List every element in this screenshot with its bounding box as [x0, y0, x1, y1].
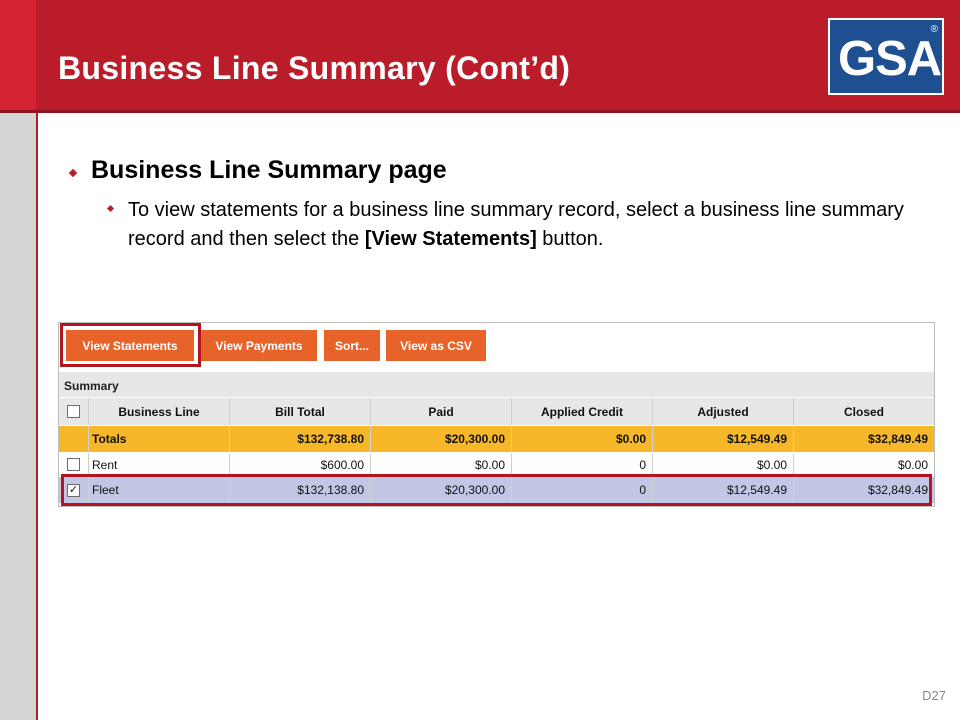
view-as-csv-button[interactable]: View as CSV	[386, 330, 486, 361]
column-header-closed[interactable]: Closed	[794, 398, 934, 425]
bill-total-cell: $600.00	[230, 453, 371, 476]
bullet-instruction: To view statements for a business line s…	[128, 196, 928, 254]
applied-credit-cell: $0.00	[512, 426, 653, 452]
row-checkbox[interactable]	[67, 458, 80, 471]
header-accent	[0, 0, 36, 110]
business-line-cell: Rent	[89, 453, 230, 476]
bullet-diamond-icon	[106, 204, 115, 213]
instruction-button-name: [View Statements]	[364, 228, 537, 250]
business-line-summary-screenshot: View Statements View Payments Sort... Vi…	[58, 322, 935, 507]
column-header-paid[interactable]: Paid	[371, 398, 512, 425]
row-select-cell	[59, 453, 89, 476]
gsa-logo: GSA ®	[828, 18, 944, 95]
slide-title: Business Line Summary (Cont’d)	[58, 50, 571, 86]
view-statements-highlight	[60, 323, 201, 367]
selected-row-highlight	[61, 474, 932, 506]
closed-cell: $32,849.49	[867, 432, 928, 446]
header-divider	[0, 110, 960, 113]
select-all-cell	[59, 398, 89, 425]
summary-label: Summary	[64, 379, 119, 393]
column-header-applied-credit[interactable]: Applied Credit	[512, 398, 653, 425]
paid-cell: $20,300.00	[371, 426, 512, 452]
adjusted-cell: $0.00	[653, 453, 794, 476]
column-header-business-line[interactable]: Business Line	[89, 398, 230, 425]
bullet-diamond-icon	[68, 168, 78, 178]
table-header-row: Business Line Bill Total Paid Applied Cr…	[59, 398, 934, 425]
view-payments-button[interactable]: View Payments	[201, 330, 317, 361]
bullet-heading: Business Line Summary page	[91, 156, 447, 184]
sort-button[interactable]: Sort...	[324, 330, 380, 361]
column-header-bill-total[interactable]: Bill Total	[230, 398, 371, 425]
bill-total-cell: $132,738.80	[230, 426, 371, 452]
summary-section-bar	[59, 372, 934, 397]
closed-cell: $0.00	[897, 457, 928, 472]
paid-cell: $0.00	[371, 453, 512, 476]
instruction-text-end: button.	[536, 228, 604, 250]
gsa-logo-text: GSA	[838, 32, 942, 86]
business-line-cell: Totals	[89, 426, 230, 452]
registered-mark: ®	[930, 24, 938, 35]
applied-credit-cell: 0	[512, 453, 653, 476]
column-header-adjusted[interactable]: Adjusted	[653, 398, 794, 425]
page-number: D27	[922, 688, 946, 703]
table-row[interactable]: Rent $600.00 $0.00 0 $0.00 $0.00	[59, 453, 934, 476]
totals-select-cell	[59, 426, 89, 452]
left-margin-line	[36, 113, 38, 720]
totals-row: Totals $132,738.80 $20,300.00 $0.00 $12,…	[59, 426, 934, 452]
left-margin-bar	[0, 113, 36, 720]
select-all-checkbox[interactable]	[67, 405, 80, 418]
adjusted-cell: $12,549.49	[653, 426, 794, 452]
